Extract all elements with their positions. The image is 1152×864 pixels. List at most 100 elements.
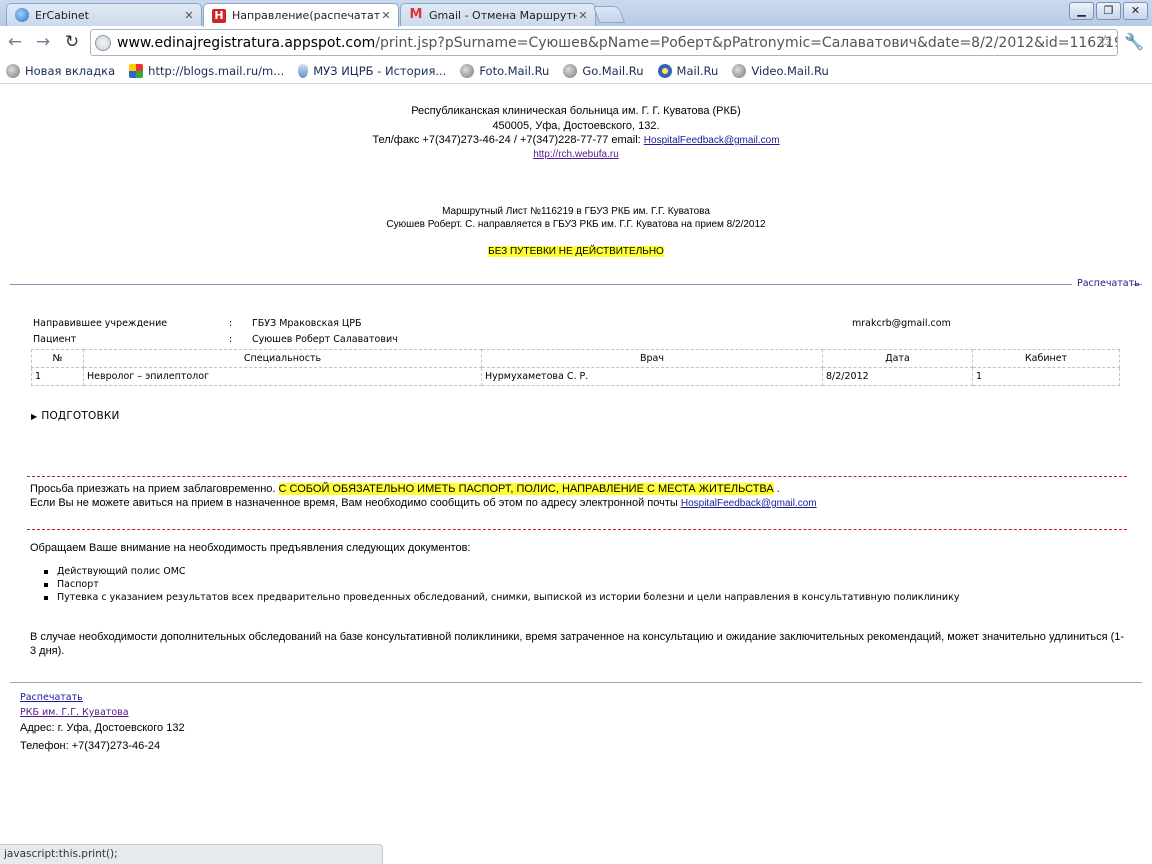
minimize-button[interactable]: ▁ [1069, 2, 1094, 20]
hospital-h-icon: H [212, 8, 226, 23]
list-item: Действующий полис ОМС [43, 565, 959, 578]
list-item: Паспорт [43, 578, 959, 591]
bookmark-foto-mail[interactable]: Foto.Mail.Ru [460, 64, 549, 78]
hospital-name: Республиканская клиническая больница им.… [411, 105, 741, 117]
print-link-bottom[interactable]: Распечатать [20, 692, 83, 703]
footer-address: Адрес: г. Уфа, Достоевского 132 [20, 722, 185, 734]
bookmark-label: МУЗ ИЦРБ - История... [313, 64, 447, 78]
required-documents-highlight: С СОБОЙ ОБЯЗАТЕЛЬНО ИМЕТЬ ПАСПОРТ, ПОЛИС… [278, 483, 774, 495]
shield-icon [298, 64, 309, 78]
close-icon[interactable]: ✕ [577, 9, 589, 22]
documents-list: Действующий полис ОМС Паспорт Путевка с … [43, 565, 960, 604]
bookmark-video-mail[interactable]: Video.Mail.Ru [732, 64, 829, 78]
globe-icon [460, 64, 475, 78]
window-controls: ▁ ❐ ✕ [1069, 2, 1148, 20]
maximize-button[interactable]: ❐ [1096, 2, 1121, 20]
col-specialty: Специальность [83, 349, 482, 368]
back-arrow-icon[interactable]: ← [4, 31, 26, 53]
gmail-icon: M [409, 7, 423, 22]
separator: : [229, 318, 233, 329]
tab-ercabinet[interactable]: ErCabinet ✕ [6, 3, 202, 26]
hospital-site: http://rch.webufa.ru [0, 148, 1152, 160]
cell-cabinet: 1 [972, 367, 1120, 386]
patient-email: mrakcrb@gmail.com [852, 318, 951, 329]
bookmark-label: Go.Mail.Ru [582, 64, 644, 78]
hospital-address: 450005, Уфа, Достоевского, 132. [492, 120, 660, 132]
bookmark-muz-icrb[interactable]: МУЗ ИЦРБ - История... [298, 64, 446, 78]
tab-label: Направление(распечатать) [232, 9, 380, 22]
col-date: Дата [822, 349, 973, 368]
dashed-divider [27, 476, 1127, 477]
sheet-subtitle: Суюшев Роберт. С. направляется в ГБУЗ РК… [386, 219, 766, 230]
globe-icon [563, 64, 578, 78]
reload-icon[interactable]: ↻ [61, 31, 83, 53]
url-text: www.edinajregistratura.appspot.com/print… [117, 34, 1117, 51]
hospital-link[interactable]: РКБ им. Г.Г. Куватова [20, 707, 129, 718]
blog-icon [129, 64, 144, 78]
header-email-link[interactable]: HospitalFeedback@gmail.com [644, 135, 780, 146]
wrench-icon[interactable]: 🔧 [1124, 32, 1144, 51]
dashed-divider [27, 529, 1127, 530]
triangle-right-icon: ▶ [31, 412, 38, 421]
site-link[interactable]: http://rch.webufa.ru [533, 149, 619, 160]
tab-label: ErCabinet [35, 8, 89, 22]
close-icon[interactable]: ✕ [380, 9, 392, 22]
referrer-label: Направившее учреждение [33, 318, 168, 329]
new-tab-button[interactable] [592, 6, 626, 23]
list-item: Путевка с указанием результатов всех пре… [43, 592, 960, 603]
close-window-button[interactable]: ✕ [1123, 2, 1148, 20]
col-number: № [31, 349, 84, 368]
sheet-title: Маршрутный Лист №116219 в ГБУЗ РКБ им. Г… [442, 206, 710, 217]
bookmark-mail-ru[interactable]: Mail.Ru [657, 64, 719, 78]
page-content: Республиканская клиническая больница им.… [0, 85, 1152, 844]
validity-warning: БЕЗ ПУТЕВКИ НЕ ДЕЙСТВИТЕЛЬНО [488, 246, 664, 257]
bookmark-star-icon[interactable]: ☆ [1098, 32, 1113, 52]
tab-gmail[interactable]: M Gmail - Отмена Маршрутного ✕ [400, 3, 596, 26]
documents-intro: Обращаем Ваше внимание на необходимость … [30, 542, 471, 554]
cancel-note-text: Если Вы не можете авиться на прием в наз… [30, 497, 678, 509]
page-info-icon[interactable] [95, 34, 111, 51]
bookmark-go-mail[interactable]: Go.Mail.Ru [563, 64, 644, 78]
col-doctor: Врач [481, 349, 823, 368]
bookmark-label: http://blogs.mail.ru/m... [148, 64, 285, 78]
url-path: /print.jsp?pSurname=Суюшев&pName=Роберт&… [375, 34, 1117, 51]
bookmark-label: Video.Mail.Ru [751, 64, 829, 78]
cell-specialty: Невролог – эпилептолог [83, 367, 482, 386]
preparations-label: ПОДГОТОВКИ [41, 410, 120, 422]
arrival-note: Просьба приезжать на прием заблаговремен… [30, 483, 780, 495]
separator: : [229, 334, 233, 345]
table-header-row: № Специальность Врач Дата Кабинет [31, 349, 1120, 368]
divider [10, 284, 1072, 285]
bookmark-label: Новая вкладка [25, 64, 116, 78]
globe-icon [732, 64, 747, 78]
referrer-value: ГБУЗ Мраковская ЦРБ [252, 318, 362, 329]
cell-doctor: Нурмухаметова С. Р. [481, 367, 823, 386]
tab-label: Gmail - Отмена Маршрутного [429, 8, 577, 22]
warning-line: БЕЗ ПУТЕВКИ НЕ ДЕЙСТВИТЕЛЬНО [0, 246, 1152, 257]
bookmark-label: Mail.Ru [676, 64, 719, 78]
arrival-note-end: . [776, 483, 780, 495]
feedback-email-link[interactable]: HospitalFeedback@gmail.com [681, 498, 817, 509]
globe-icon [15, 8, 29, 22]
preparations-toggle[interactable]: ▶ ПОДГОТОВКИ [31, 410, 120, 422]
mail-icon [657, 64, 672, 78]
status-bar: javascript:this.print(); [0, 844, 383, 864]
address-bar[interactable]: www.edinajregistratura.appspot.com/print… [90, 29, 1118, 56]
appointments-table: № Специальность Врач Дата Кабинет 1 Невр… [31, 349, 1120, 386]
bookmark-blogs-mail[interactable]: http://blogs.mail.ru/m... [129, 64, 284, 78]
globe-icon [6, 64, 20, 78]
hospital-contacts: Тел/факс +7(347)273-46-24 / +7(347)228-7… [0, 134, 1152, 146]
close-icon[interactable]: ✕ [183, 9, 195, 22]
print-link-top[interactable]: Распечатать [1077, 278, 1140, 289]
arrival-note-text: Просьба приезжать на прием заблаговремен… [30, 483, 276, 495]
cancel-note: Если Вы не можете авиться на прием в наз… [30, 497, 817, 509]
col-cabinet: Кабинет [972, 349, 1120, 368]
patient-label: Пациент [33, 334, 77, 345]
bookmark-new-tab[interactable]: Новая вкладка [6, 64, 115, 78]
browser-titlebar: ErCabinet ✕ H Направление(распечатать) ✕… [0, 0, 1152, 27]
phone-text: Тел/факс +7(347)273-46-24 / +7(347)228-7… [372, 134, 641, 146]
cell-date: 8/2/2012 [822, 367, 973, 386]
tab-napravlenie[interactable]: H Направление(распечатать) ✕ [203, 3, 399, 27]
bookmark-label: Foto.Mail.Ru [479, 64, 550, 78]
forward-arrow-icon[interactable]: → [32, 31, 54, 53]
